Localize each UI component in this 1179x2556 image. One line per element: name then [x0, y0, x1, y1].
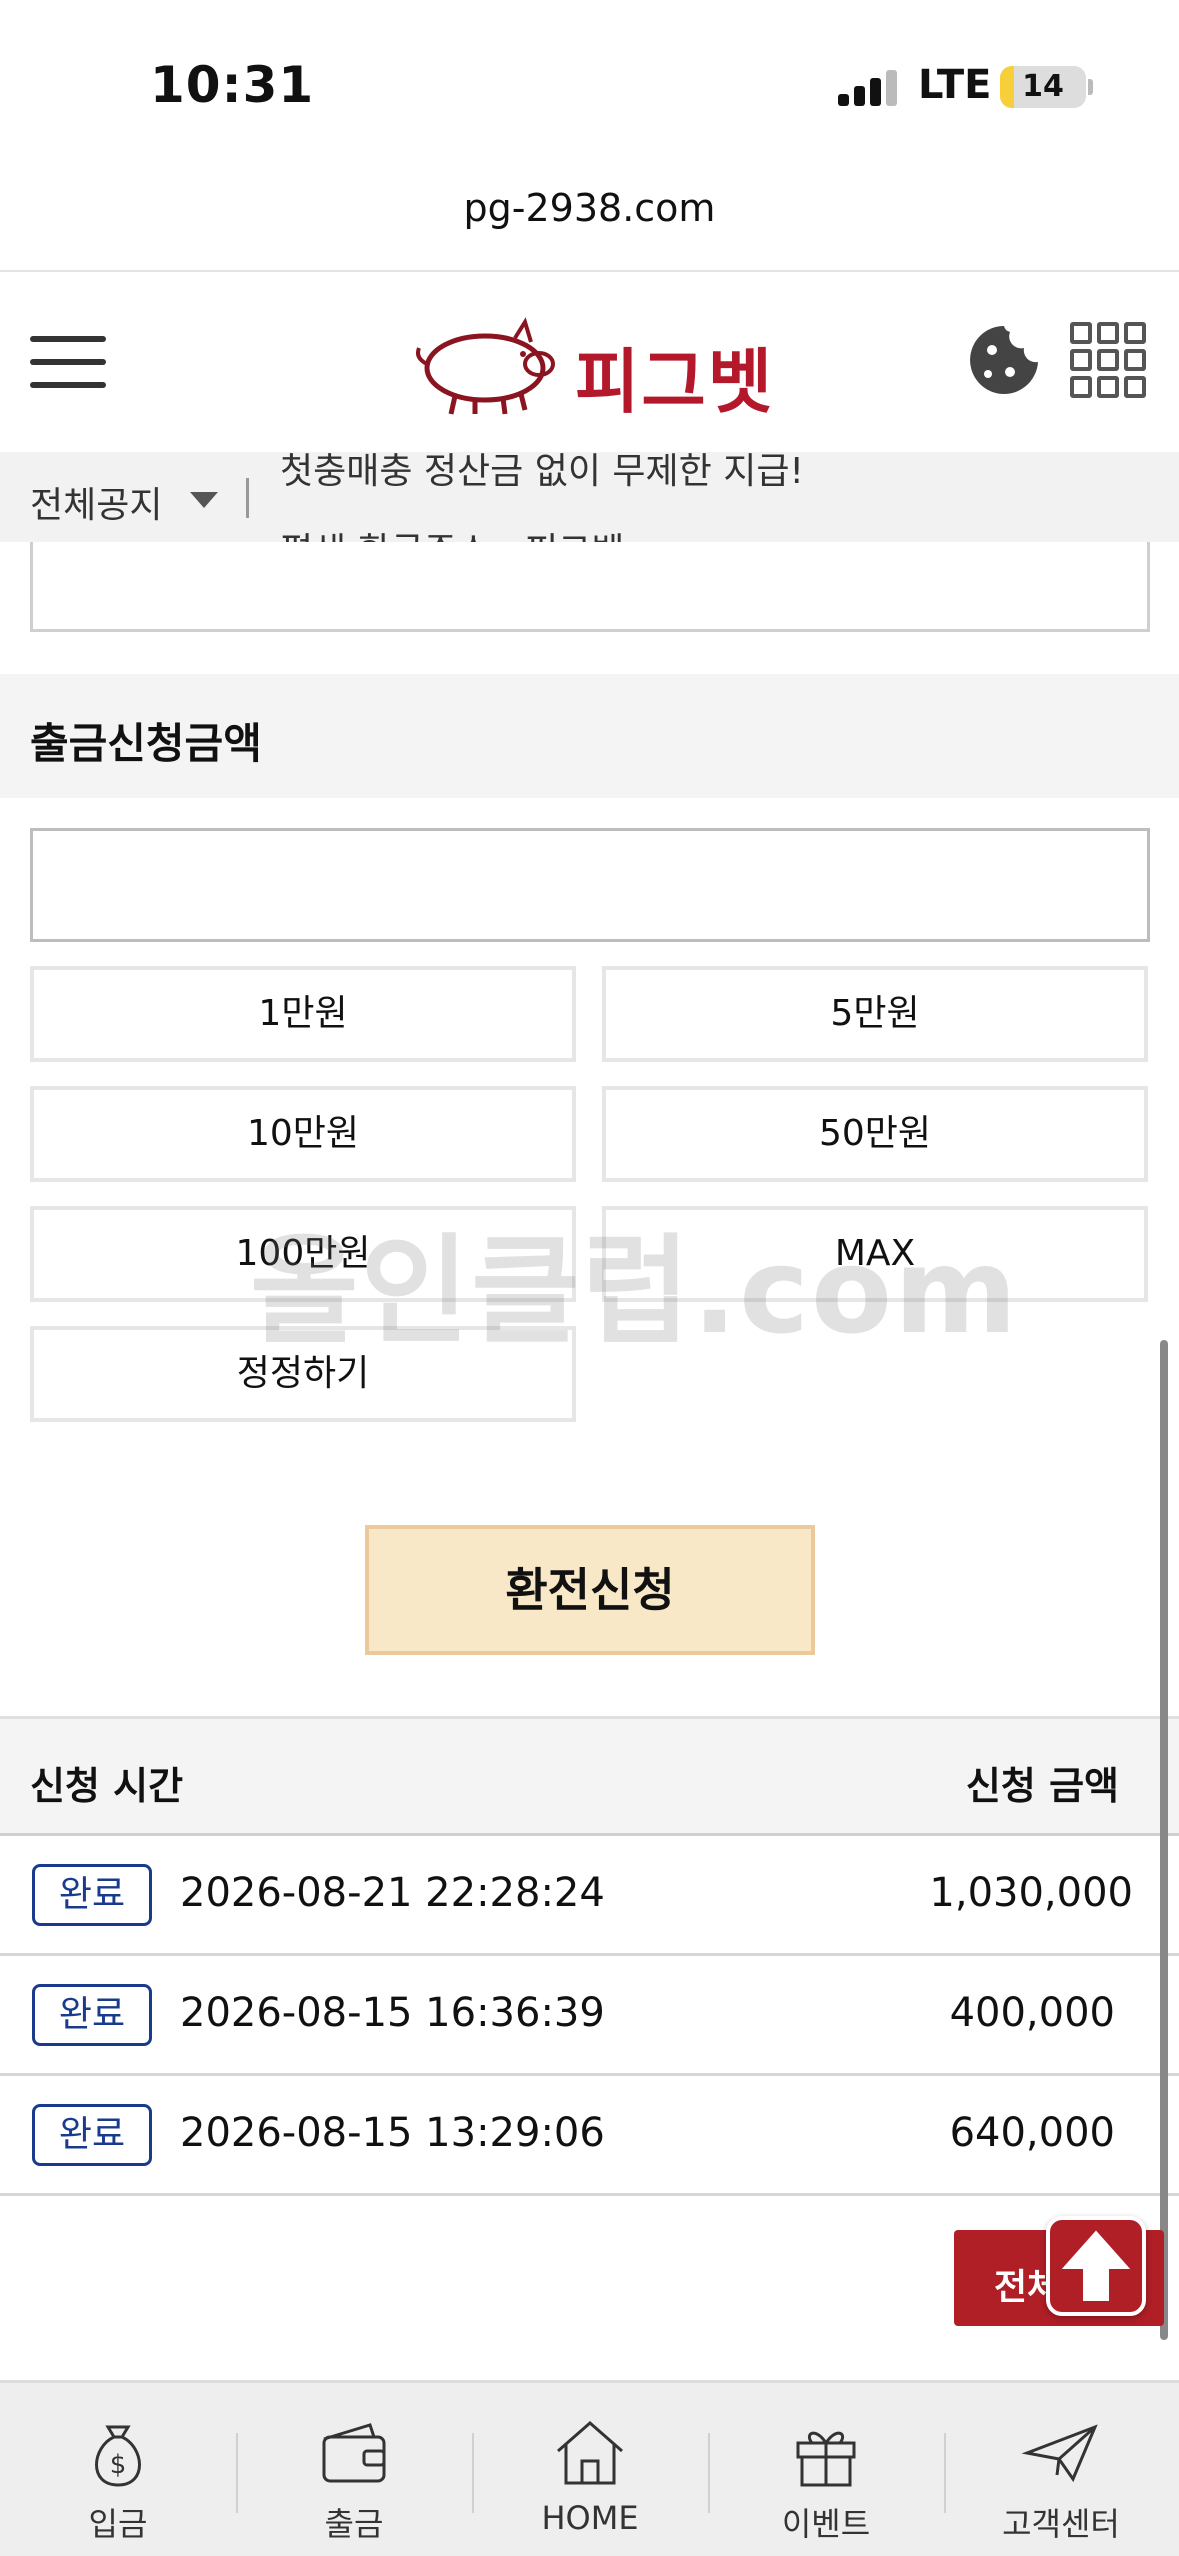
- table-row: 완료 2026-08-15 16:36:39 400,000: [0, 1956, 1179, 2076]
- nav-home[interactable]: HOME: [472, 2383, 708, 2556]
- nav-label: 이벤트: [781, 2505, 871, 2543]
- nav-event[interactable]: 이벤트: [708, 2383, 944, 2556]
- table-header: 신청 시간 신청 금액: [0, 1716, 1179, 1836]
- watermark: 올인클럽.com: [250, 1222, 1020, 1360]
- column-header-amount: 신청 금액: [965, 1764, 1119, 1808]
- svg-text:$: $: [110, 2450, 127, 2480]
- notice-text[interactable]: 평생 환급주소 : 피그벳.com: [280, 522, 713, 542]
- bottom-nav: $ 입금 출금 HOME 이벤트 고객센터: [0, 2380, 1179, 2556]
- network-label: LTE: [918, 62, 992, 108]
- section-header: 출금신청금액: [0, 674, 1179, 798]
- home-icon: [557, 2421, 623, 2485]
- nav-withdraw[interactable]: 출금: [236, 2383, 472, 2556]
- battery-icon: 14: [1000, 66, 1086, 108]
- scrollbar[interactable]: [1160, 1340, 1168, 2340]
- nav-label: 입금: [88, 2505, 148, 2543]
- amount-input[interactable]: [30, 828, 1150, 942]
- nav-support[interactable]: 고객센터: [943, 2383, 1179, 2556]
- row-amount: 640,000: [949, 2110, 1115, 2156]
- amount-button-50k[interactable]: 5만원: [602, 966, 1148, 1062]
- logo-text: 피그벳: [575, 341, 775, 423]
- site-logo[interactable]: 피그벳: [405, 310, 775, 423]
- nav-deposit[interactable]: $ 입금: [0, 2383, 236, 2556]
- amount-button-10k[interactable]: 1만원: [30, 966, 576, 1062]
- chevron-down-icon[interactable]: [190, 492, 218, 508]
- scroll-top-button[interactable]: [1046, 2216, 1146, 2316]
- notice-divider: [246, 478, 249, 518]
- nav-label: 고객센터: [1002, 2505, 1120, 2543]
- cookie-icon[interactable]: [966, 322, 1042, 398]
- signal-icon: [838, 70, 898, 106]
- apps-grid-icon[interactable]: [1070, 322, 1150, 402]
- status-badge: 완료: [32, 1864, 152, 1926]
- wallet-icon: [322, 2423, 386, 2483]
- site-header: 피그벳: [0, 272, 1179, 452]
- url-bar[interactable]: pg-2938.com: [0, 160, 1179, 272]
- table-row: 완료 2026-08-15 13:29:06 640,000: [0, 2076, 1179, 2196]
- row-time: 2026-08-15 13:29:06: [180, 2110, 605, 2156]
- amount-button-100k[interactable]: 10만원: [30, 1086, 576, 1182]
- row-time: 2026-08-15 16:36:39: [180, 1990, 605, 2036]
- status-time: 10:31: [150, 56, 315, 114]
- row-amount: 1,030,000: [929, 1870, 1133, 1916]
- notice-label[interactable]: 전체공지: [30, 476, 162, 528]
- status-bar: 10:31 LTE 14: [0, 0, 1179, 160]
- table-row: 완료 2026-08-21 22:28:24 1,030,000: [0, 1836, 1179, 1956]
- exchange-submit-button[interactable]: 환전신청: [365, 1525, 815, 1655]
- row-amount: 400,000: [949, 1990, 1115, 2036]
- battery-level: 14: [1022, 69, 1064, 104]
- menu-icon[interactable]: [30, 328, 106, 396]
- url-text: pg-2938.com: [463, 186, 716, 230]
- status-badge: 완료: [32, 2104, 152, 2166]
- nav-label: 출금: [324, 2505, 384, 2543]
- row-time: 2026-08-21 22:28:24: [180, 1870, 605, 1916]
- battery-tip: [1088, 79, 1093, 95]
- account-field[interactable]: [30, 542, 1150, 632]
- notice-text[interactable]: 첫충매충 정산금 없이 무제한 지급!: [280, 452, 804, 494]
- pig-logo-icon: [416, 317, 555, 415]
- paper-plane-icon: [1021, 2424, 1098, 2483]
- amount-button-500k[interactable]: 50만원: [602, 1086, 1148, 1182]
- nav-label: HOME: [541, 2499, 639, 2537]
- status-badge: 완료: [32, 1984, 152, 2046]
- gift-icon: [796, 2431, 856, 2487]
- column-header-time: 신청 시간: [30, 1764, 184, 1808]
- arrow-up-icon: [1061, 2230, 1131, 2301]
- history-table: 신청 시간 신청 금액 완료 2026-08-21 22:28:24 1,030…: [0, 1716, 1179, 2196]
- notice-bar: 전체공지 첫충매충 정산금 없이 무제한 지급! 평생 환급주소 : 피그벳.c…: [0, 452, 1179, 542]
- section-title: 출금신청금액: [30, 719, 262, 768]
- money-bag-icon: $: [95, 2425, 141, 2487]
